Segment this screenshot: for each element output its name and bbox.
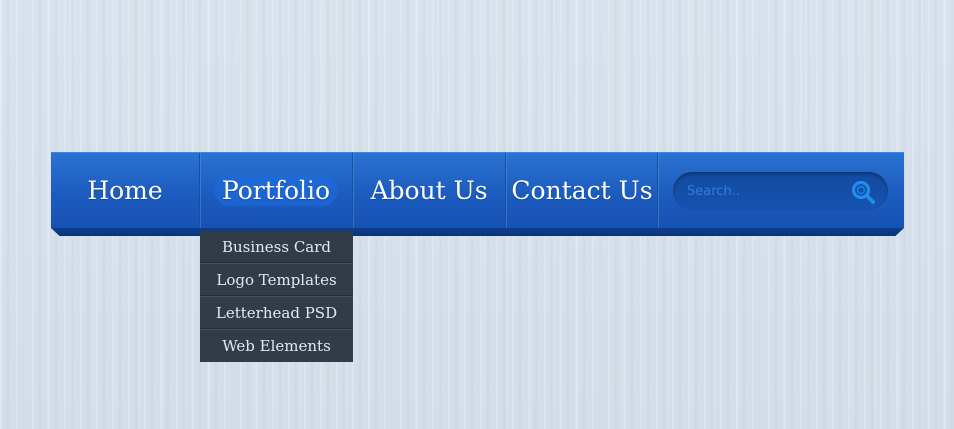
dropdown-item-label: Logo Templates xyxy=(216,270,337,289)
dropdown-item-web-elements[interactable]: Web Elements xyxy=(200,329,353,362)
nav-item-label: Contact Us xyxy=(511,176,653,205)
dropdown-item-letterhead-psd[interactable]: Letterhead PSD xyxy=(200,296,353,329)
dropdown-item-business-card[interactable]: Business Card xyxy=(200,231,353,263)
nav-divider xyxy=(657,153,658,228)
dropdown-item-label: Web Elements xyxy=(222,337,331,355)
search-input[interactable] xyxy=(687,181,837,201)
nav-item-home[interactable]: Home xyxy=(51,153,199,228)
dropdown-item-logo-templates[interactable]: Logo Templates xyxy=(200,263,353,296)
search-icon[interactable] xyxy=(850,179,876,205)
nav-item-about-us[interactable]: About Us xyxy=(353,153,505,228)
main-navigation: Home Portfolio About Us Contact Us xyxy=(51,152,904,228)
navbar-bevel xyxy=(51,228,904,236)
portfolio-dropdown-menu: Business Card Logo Templates Letterhead … xyxy=(200,231,353,362)
dropdown-item-label: Letterhead PSD xyxy=(215,303,338,322)
nav-item-label: Home xyxy=(87,176,163,205)
nav-item-label: Portfolio xyxy=(221,176,331,205)
search-box xyxy=(673,172,888,210)
dropdown-item-label: Business Card xyxy=(221,237,332,256)
nav-item-contact-us[interactable]: Contact Us xyxy=(506,153,658,228)
nav-item-portfolio[interactable]: Portfolio xyxy=(200,153,352,228)
nav-item-label: About Us xyxy=(370,176,488,205)
